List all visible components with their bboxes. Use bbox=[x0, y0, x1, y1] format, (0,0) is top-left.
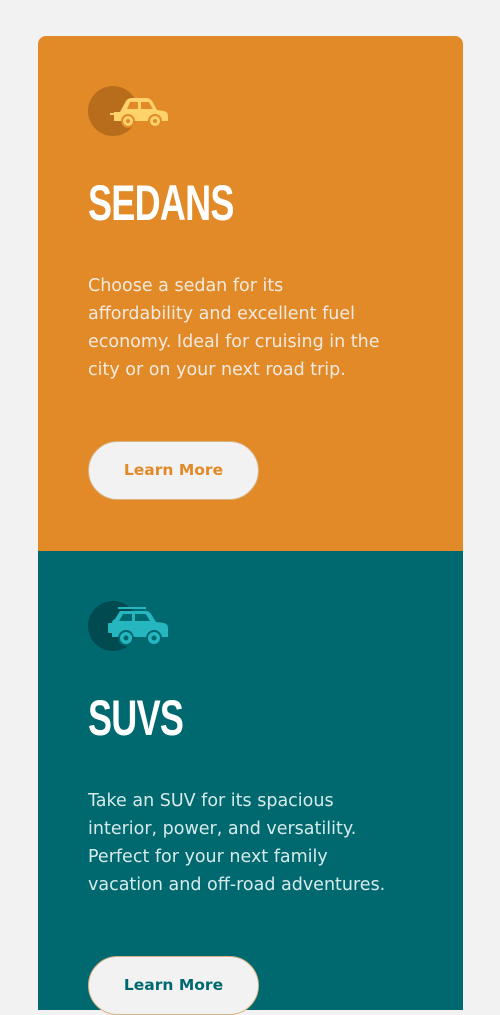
suvs-card: SUVs Take an SUV for its spacious interi… bbox=[38, 551, 463, 1015]
sedan-car-icon bbox=[88, 86, 168, 136]
card-title: SUVs bbox=[88, 690, 184, 746]
car-category-cards: Sedans Choose a sedan for its affordabil… bbox=[38, 36, 463, 1015]
suv-car-icon bbox=[88, 601, 168, 651]
learn-more-button[interactable]: Learn More bbox=[88, 441, 259, 500]
card-description: Choose a sedan for its affordability and… bbox=[88, 276, 380, 380]
card-description: Take an SUV for its spacious interior, p… bbox=[88, 791, 386, 895]
card-title: Sedans bbox=[88, 175, 234, 231]
sedans-card: Sedans Choose a sedan for its affordabil… bbox=[38, 36, 463, 551]
learn-more-button[interactable]: Learn More bbox=[88, 956, 259, 1015]
